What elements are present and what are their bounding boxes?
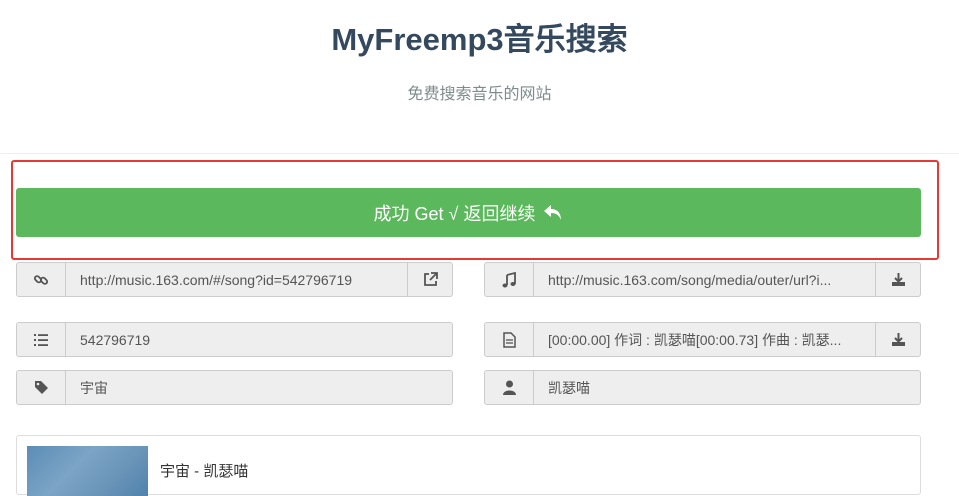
reply-icon bbox=[544, 204, 562, 220]
song-name-group: 宇宙 bbox=[16, 370, 453, 405]
ordered-list-icon bbox=[17, 323, 66, 356]
page-title: MyFreemp3音乐搜索 bbox=[331, 22, 628, 57]
song-link-field[interactable]: http://music.163.com/#/song?id=542796719 bbox=[66, 263, 407, 296]
song-card-title: 宇宙 - 凯瑟喵 bbox=[160, 463, 249, 480]
header-divider bbox=[0, 153, 959, 154]
song-link-group: http://music.163.com/#/song?id=542796719 bbox=[16, 262, 453, 297]
audio-url-group: http://music.163.com/song/media/outer/ur… bbox=[484, 262, 921, 297]
album-cover bbox=[27, 446, 148, 496]
music-icon bbox=[485, 263, 534, 296]
artist-field[interactable]: 凯瑟喵 bbox=[534, 371, 920, 404]
audio-url-field[interactable]: http://music.163.com/song/media/outer/ur… bbox=[534, 263, 875, 296]
page-subtitle: 免费搜索音乐的网站 bbox=[407, 86, 552, 103]
song-id-group: 542796719 bbox=[16, 322, 453, 357]
file-text-icon bbox=[485, 323, 534, 356]
download-lyrics-button[interactable] bbox=[875, 323, 920, 356]
song-id-field[interactable]: 542796719 bbox=[66, 323, 452, 356]
download-audio-button[interactable] bbox=[875, 263, 920, 296]
lyrics-field[interactable]: [00:00.00] 作词 : 凯瑟喵[00:00.73] 作曲 : 凯瑟... bbox=[534, 323, 875, 356]
song-card: 宇宙 - 凯瑟喵 bbox=[16, 435, 921, 496]
open-external-button[interactable] bbox=[407, 263, 452, 296]
lyrics-group: [00:00.00] 作词 : 凯瑟喵[00:00.73] 作曲 : 凯瑟... bbox=[484, 322, 921, 357]
song-name-field[interactable]: 宇宙 bbox=[66, 371, 452, 404]
artist-group: 凯瑟喵 bbox=[484, 370, 921, 405]
link-icon bbox=[17, 263, 66, 296]
download-icon bbox=[891, 333, 905, 346]
external-link-icon bbox=[423, 272, 438, 286]
success-back-button[interactable]: 成功 Get √ 返回继续 bbox=[16, 188, 921, 237]
success-button-label: 成功 Get √ 返回继续 bbox=[373, 203, 536, 224]
download-icon bbox=[891, 273, 905, 286]
user-icon bbox=[485, 371, 534, 404]
tag-icon bbox=[17, 371, 66, 404]
